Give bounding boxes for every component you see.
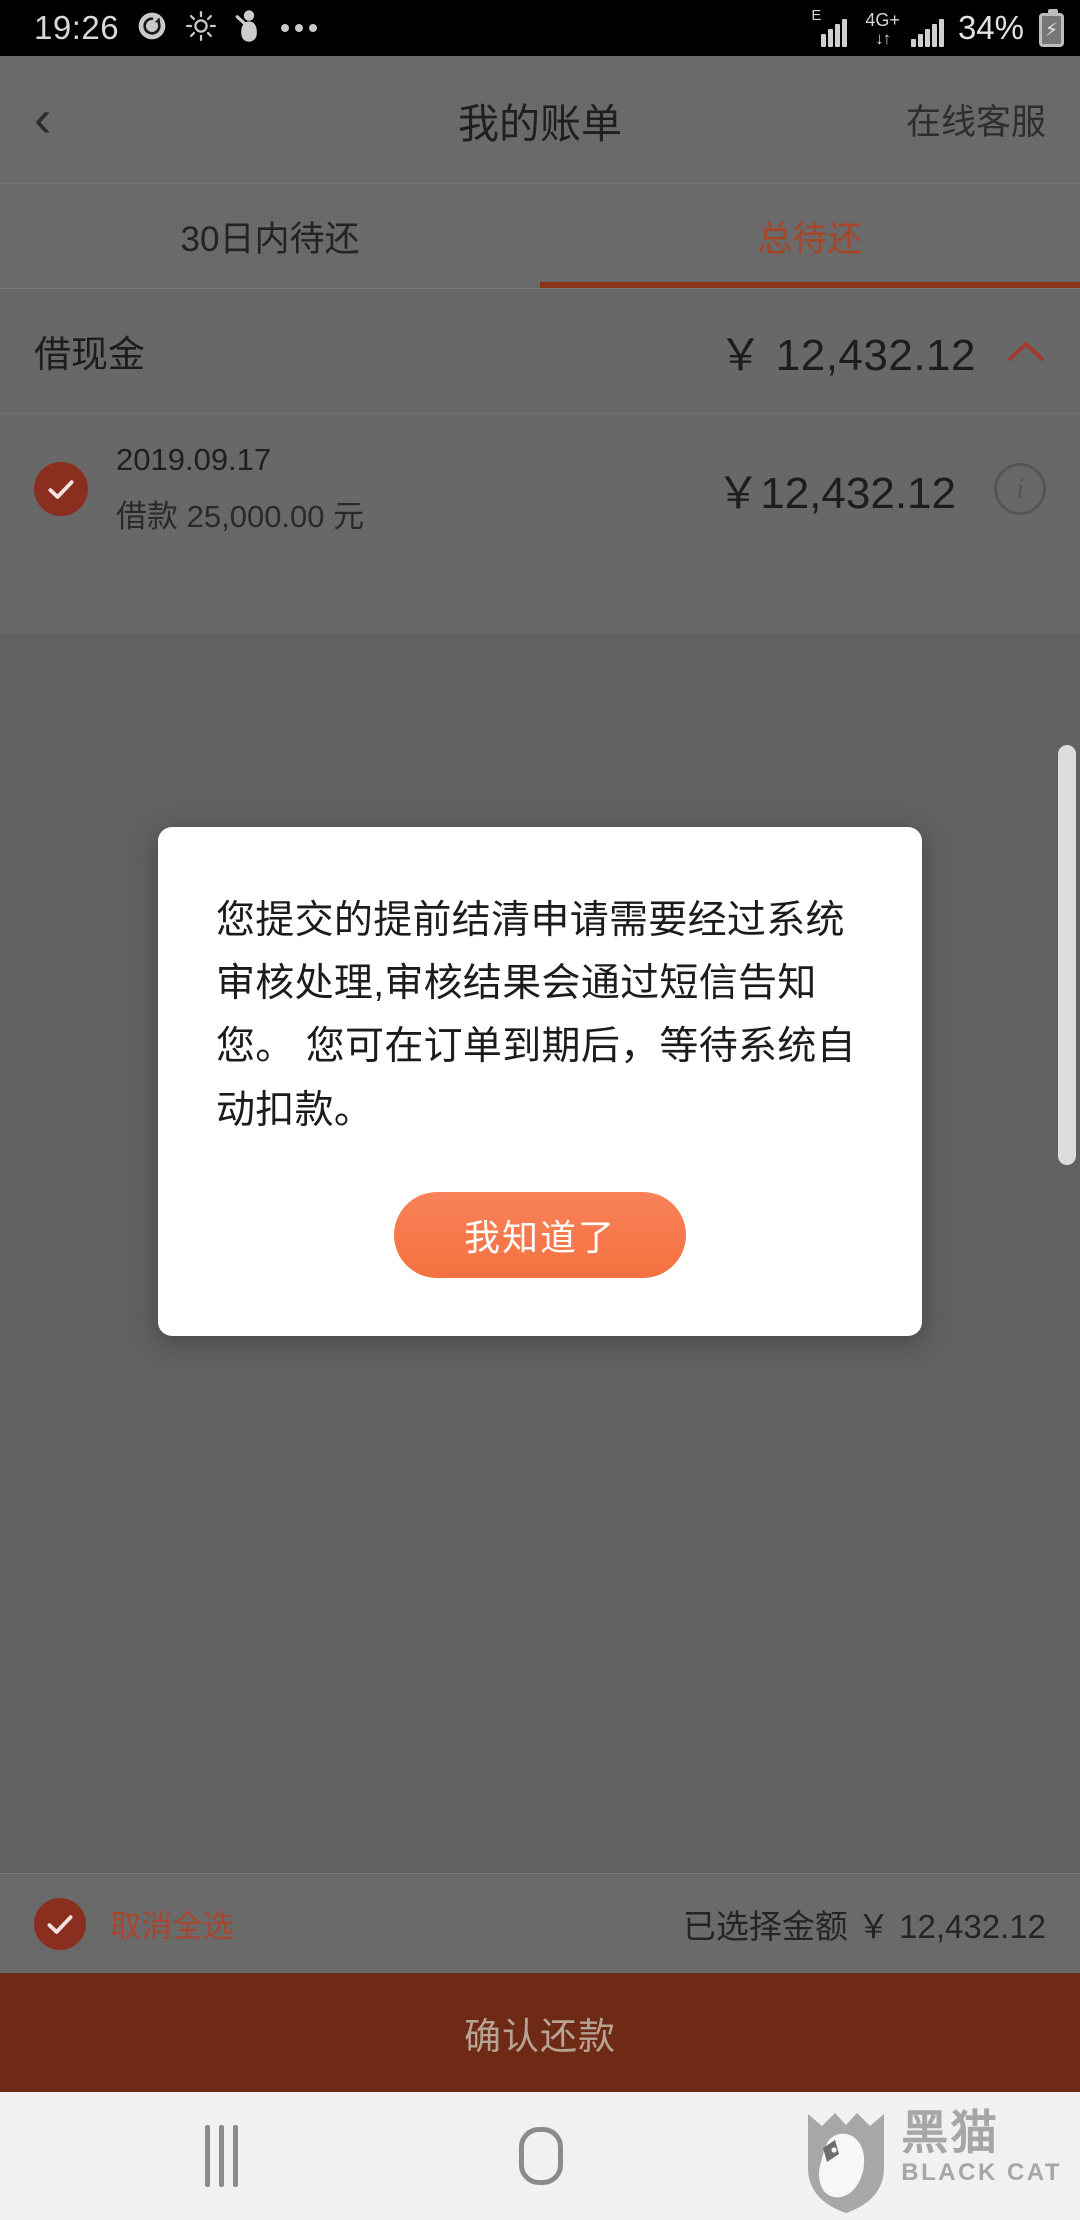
bill-item-texts: 2019.09.17 借款 25,000.00 元 xyxy=(116,442,364,536)
bill-list: 借现金 ￥ 12,432.12 2019.09.17 借款 25,000.00 … xyxy=(0,289,1080,634)
online-support-button[interactable]: 在线客服 xyxy=(906,94,1046,145)
battery-percent: 34% xyxy=(957,9,1024,46)
info-icon[interactable]: i xyxy=(994,463,1046,515)
network-label: 4G+ xyxy=(865,10,900,30)
do-not-disturb-icon xyxy=(234,9,264,48)
alarm-refresh-icon xyxy=(136,10,168,47)
watermark-cn: 黑猫 xyxy=(901,2106,1000,2161)
app-header: ‹ 我的账单 在线客服 xyxy=(0,56,1080,184)
status-bar: 19:26 E 4G+ ↓↑ 34% ⚡ xyxy=(0,0,1080,56)
bill-item-row[interactable]: 2019.09.17 借款 25,000.00 元 ￥12,432.12 i xyxy=(0,414,1080,564)
black-cat-watermark: 黑猫 BLACK CAT xyxy=(805,2110,1062,2214)
bill-group-name: 借现金 xyxy=(34,334,145,375)
tab-total-due[interactable]: 总待还 xyxy=(540,184,1080,288)
item-checkbox-checked[interactable] xyxy=(34,462,88,516)
system-nav-bar: 黑猫 BLACK CAT xyxy=(0,2092,1080,2220)
dialog-actions: 我知道了 xyxy=(216,1191,864,1278)
watermark-text: 黑猫 BLACK CAT xyxy=(901,2110,1062,2185)
signal-icon-1: E xyxy=(811,7,854,47)
battery-charging-icon: ⚡ xyxy=(1039,9,1064,47)
back-button[interactable]: ‹ xyxy=(34,90,90,150)
status-bar-left: 19:26 xyxy=(34,9,318,48)
bill-item-date: 2019.09.17 xyxy=(116,442,272,477)
chevron-up-icon[interactable] xyxy=(976,338,1046,364)
shield-cat-logo-icon xyxy=(805,2110,887,2214)
status-bar-right: E 4G+ ↓↑ 34% ⚡ xyxy=(811,7,1064,47)
home-icon[interactable] xyxy=(519,2127,563,2185)
tab-due-within-30-days[interactable]: 30日内待还 xyxy=(0,184,540,288)
select-all-checkbox[interactable] xyxy=(34,1897,86,1950)
scrollbar-thumb[interactable] xyxy=(1058,745,1076,1165)
selection-bar: 取消全选 已选择金额 ￥ 12,432.12 xyxy=(0,1873,1080,1973)
data-arrows-icon: ↓↑ xyxy=(875,29,891,48)
signal-type-label: E xyxy=(811,7,822,24)
confirm-repayment-button[interactable]: 确认还款 xyxy=(0,1973,1080,2092)
selected-amount-label: 已选择金额 ￥ 12,432.12 xyxy=(682,1907,1046,1945)
bill-item-amount: ￥12,432.12 xyxy=(716,469,956,518)
network-type-icon: 4G+ ↓↑ xyxy=(865,11,900,47)
status-time: 19:26 xyxy=(34,9,120,46)
watermark-en: BLACK CAT xyxy=(901,2159,1062,2186)
signal-icon-2 xyxy=(910,19,944,47)
notice-dialog: 您提交的提前结清申请需要经过系统审核处理,审核结果会通过短信告知您。 您可在订单… xyxy=(158,827,922,1336)
tab-bar: 30日内待还 总待还 xyxy=(0,184,1080,289)
bill-group-row[interactable]: 借现金 ￥ 12,432.12 xyxy=(0,289,1080,414)
recents-icon[interactable] xyxy=(205,2125,238,2187)
dialog-message: 您提交的提前结清申请需要经过系统审核处理,审核结果会通过短信告知您。 您可在订单… xyxy=(216,899,856,1132)
select-all-label[interactable]: 取消全选 xyxy=(110,1901,234,1946)
more-dots-icon xyxy=(281,24,318,32)
brightness-icon xyxy=(185,10,217,47)
dialog-confirm-button[interactable]: 我知道了 xyxy=(394,1191,686,1278)
bill-item-principal: 借款 25,000.00 元 xyxy=(116,499,365,534)
bill-group-amount: ￥ 12,432.12 xyxy=(718,331,976,380)
